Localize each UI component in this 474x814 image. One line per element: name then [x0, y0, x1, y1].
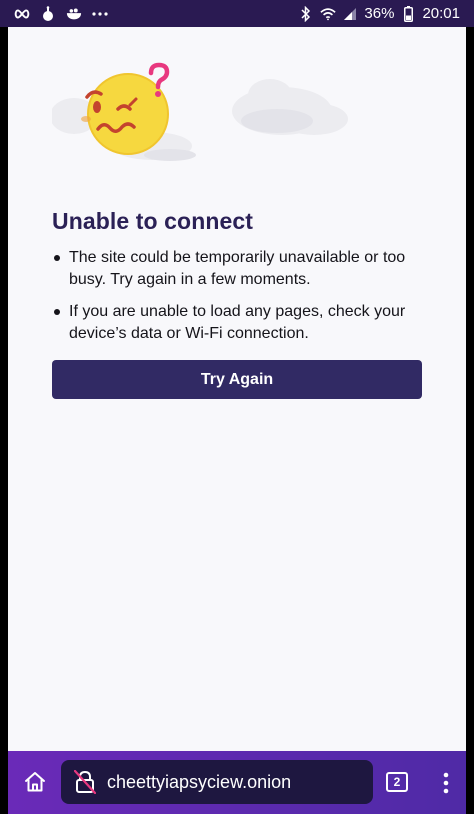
error-page: Unable to connect The site could be temp… [8, 27, 466, 751]
battery-percent: 36% [364, 5, 395, 22]
url-bar[interactable]: cheettyiapsyciew.onion [61, 760, 373, 804]
try-again-button[interactable]: Try Again [52, 360, 422, 399]
confused-face-icon [50, 61, 352, 161]
bluetooth-icon [298, 5, 314, 22]
signal-icon [342, 6, 358, 22]
bowl-icon [66, 6, 82, 22]
status-bar: 36% 20:01 [0, 0, 474, 27]
suggestion-item: The site could be temporarily unavailabl… [52, 247, 424, 291]
browser-screen: 36% 20:01 Unable to connect The site cou… [0, 0, 474, 814]
kebab-menu-icon[interactable] [436, 769, 456, 797]
browser-toolbar: cheettyiapsyciew.onion 2 [8, 751, 466, 814]
error-suggestions: The site could be temporarily unavailabl… [52, 247, 424, 355]
error-title: Unable to connect [52, 208, 254, 234]
more-dots-icon [92, 6, 108, 22]
status-right: 36% 20:01 [298, 5, 460, 22]
bullet [54, 255, 60, 261]
bomb-icon [40, 5, 56, 22]
url-text[interactable]: cheettyiapsyciew.onion [107, 772, 291, 793]
battery-icon [400, 5, 416, 22]
status-left [14, 5, 108, 22]
suggestion-item: If you are unable to load any pages, che… [52, 301, 424, 345]
infinity-icon [14, 6, 30, 22]
bullet [54, 309, 60, 315]
tab-counter-button[interactable]: 2 [386, 772, 408, 792]
broken-lock-icon[interactable] [73, 770, 97, 794]
suggestion-text: The site could be temporarily unavailabl… [69, 249, 406, 288]
suggestion-text: If you are unable to load any pages, che… [69, 303, 406, 342]
clock: 20:01 [422, 5, 460, 22]
home-icon[interactable] [19, 766, 51, 798]
wifi-icon [320, 6, 337, 22]
